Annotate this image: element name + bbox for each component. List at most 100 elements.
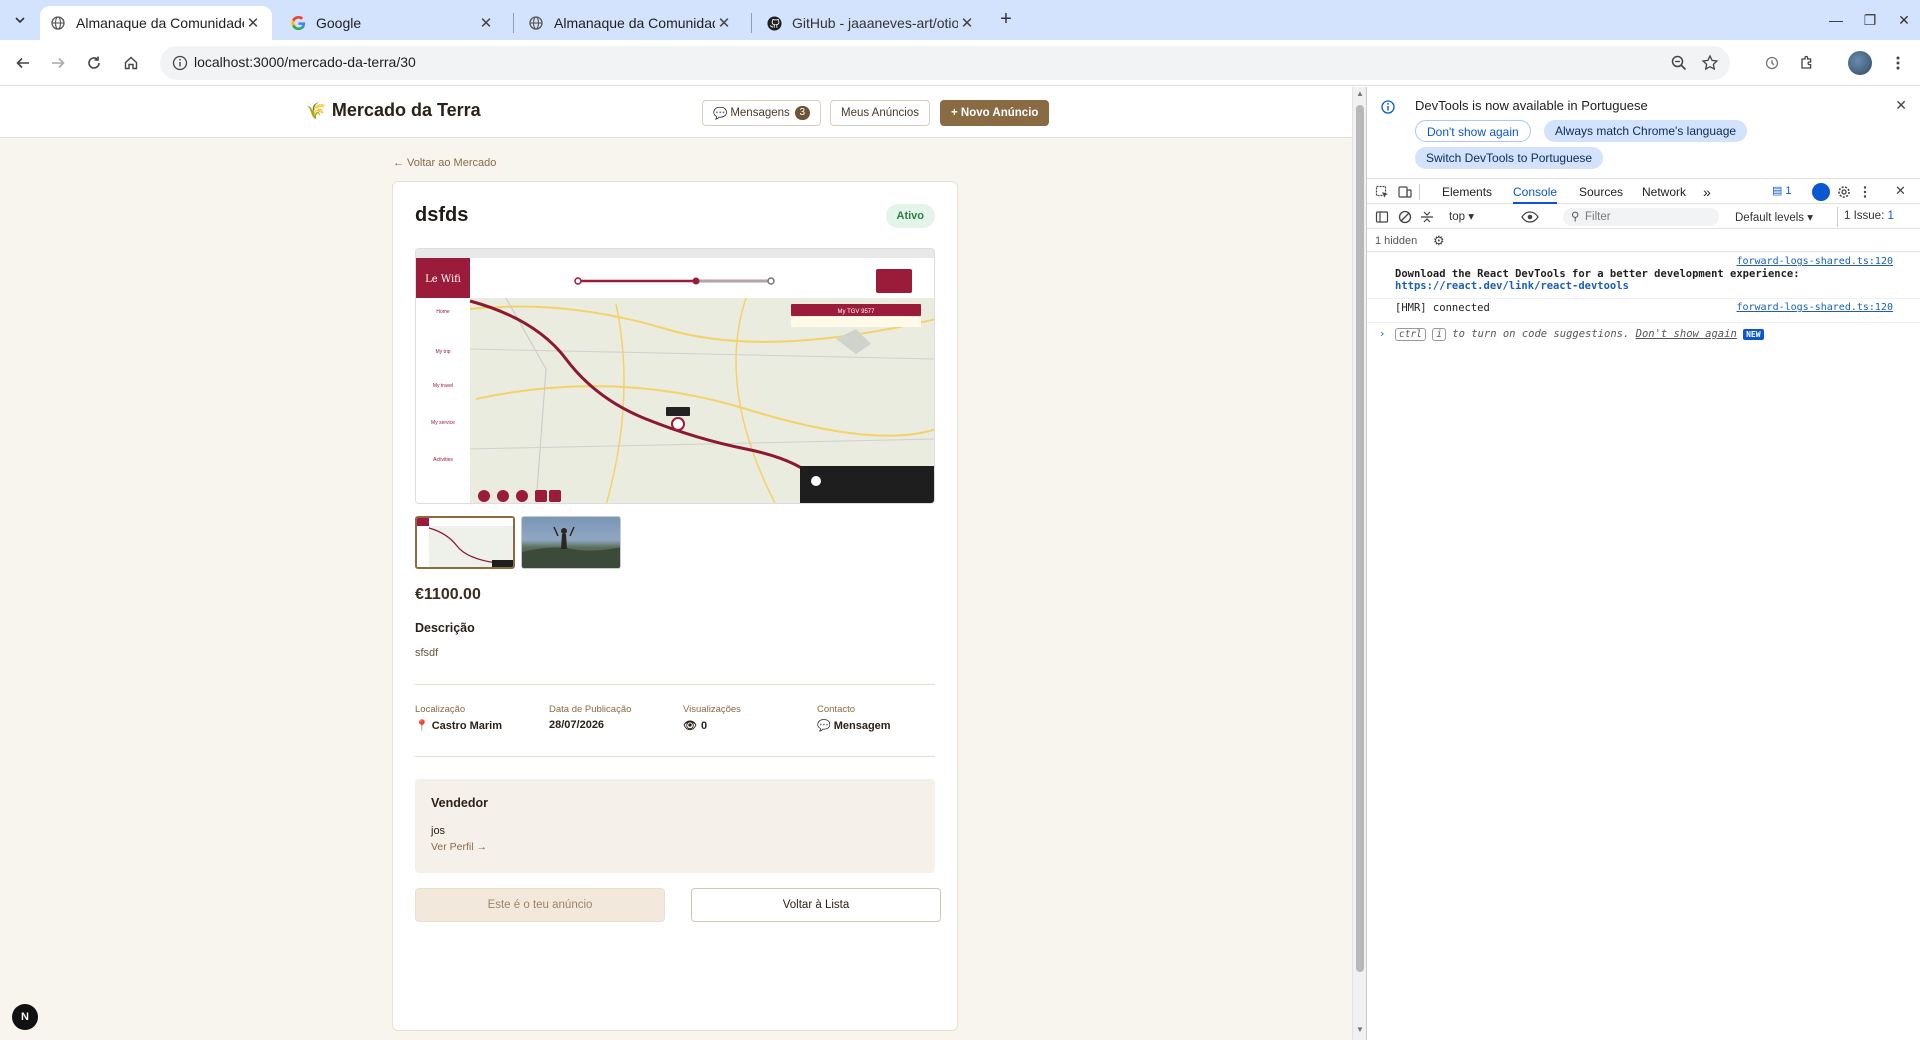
tab-google[interactable]: Google ✕	[280, 6, 505, 40]
thumbnail-2[interactable]	[521, 516, 621, 569]
bookmark-star-icon[interactable]	[1701, 54, 1719, 72]
zoom-icon[interactable]	[1670, 54, 1688, 72]
site-info-icon[interactable]	[172, 55, 188, 71]
react-devtools-link[interactable]: https://react.dev/link/react-devtools	[1395, 280, 1629, 292]
restore-icon[interactable]: ❐	[1858, 8, 1882, 32]
scroll-up-icon[interactable]: ▲	[1355, 89, 1365, 99]
own-ad-button[interactable]: Este é o teu anúncio	[415, 888, 665, 922]
screenshot-nav-2: My travel	[433, 383, 453, 389]
messages-count-badge: 3	[794, 106, 810, 120]
description-heading: Descrição	[415, 621, 475, 635]
tab-search-button[interactable]	[8, 8, 32, 32]
tab-close-icon[interactable]: ✕	[244, 14, 262, 32]
meta-value: 28/07/2026	[549, 719, 605, 731]
new-tab-button[interactable]: +	[995, 9, 1017, 31]
console-prompt[interactable]: › ctrl i to turn on code suggestions. Do…	[1367, 323, 1920, 349]
tab-console[interactable]: Console	[1513, 180, 1558, 204]
messages-button[interactable]: 💬 Mensagens 3	[702, 100, 821, 126]
back-to-list-button[interactable]: Voltar à Lista	[691, 888, 941, 922]
back-button[interactable]	[11, 51, 35, 75]
window-close-icon[interactable]: ✕	[1892, 8, 1916, 32]
console-filter-input[interactable]: ⚲ Filter	[1563, 208, 1719, 226]
new-badge: NEW	[1743, 329, 1764, 340]
gear-icon[interactable]: ⚙	[1433, 233, 1445, 249]
tab-almanaque-2[interactable]: Almanaque da Comunidade ✕	[518, 6, 743, 40]
devtools-panel: DevTools is now available in Portuguese …	[1366, 87, 1920, 1040]
tab-sources[interactable]: Sources	[1579, 180, 1623, 204]
inspect-element-icon[interactable]	[1375, 185, 1389, 199]
screenshot-nav-4: Activities	[433, 457, 453, 463]
listing-main-image[interactable]: Le Wifi My TGV 9577 Home My trip My trav…	[415, 248, 935, 504]
scrollbar-thumb[interactable]	[1356, 105, 1364, 972]
tab-elements[interactable]: Elements	[1442, 180, 1492, 204]
address-bar[interactable]: localhost:3000/mercado-da-terra/30	[160, 46, 1730, 80]
my-ads-button[interactable]: Meus Anúncios	[830, 100, 930, 126]
dont-show-again-button[interactable]: Don't show again	[1415, 120, 1531, 142]
github-icon	[766, 15, 782, 31]
thumbnail-1[interactable]	[415, 516, 515, 569]
back-to-market-link[interactable]: ← Voltar ao Mercado	[393, 157, 496, 169]
screenshot-nav-3: My service	[431, 420, 455, 426]
tab-close-icon[interactable]: ✕	[477, 14, 495, 32]
context-selector[interactable]: top ▾	[1449, 209, 1474, 223]
divider	[415, 756, 935, 757]
status-badge: Ativo	[885, 204, 935, 228]
new-ad-button[interactable]: + Novo Anúncio	[940, 100, 1050, 126]
home-button[interactable]	[119, 51, 143, 75]
devtools-tab-bar: Elements Console Sources Network » ▤ 1 ✕	[1367, 180, 1920, 204]
meta-label: Visualizações	[683, 704, 741, 715]
tab-close-icon[interactable]: ✕	[715, 14, 733, 32]
tab-close-icon[interactable]: ✕	[958, 14, 976, 32]
scroll-down-icon[interactable]: ▼	[1355, 1025, 1365, 1035]
reload-button[interactable]	[82, 51, 106, 75]
clear-console-icon[interactable]	[1398, 210, 1412, 224]
nextjs-dev-indicator[interactable]: N	[12, 1004, 38, 1030]
arrow-right-icon	[52, 57, 65, 69]
url-text[interactable]: localhost:3000/mercado-da-terra/30	[194, 54, 416, 70]
close-icon[interactable]: ✕	[1895, 97, 1907, 114]
tab-network[interactable]: Network	[1642, 180, 1686, 204]
eye-icon[interactable]	[1521, 210, 1539, 224]
device-toolbar-icon[interactable]	[1398, 185, 1412, 199]
tab-github[interactable]: GitHub - jaaaneves-art/otiod ✕	[756, 6, 986, 40]
meta-contact[interactable]: Contacto 💬 Mensagem	[817, 704, 947, 732]
dont-show-again-link[interactable]: Don't show again	[1636, 328, 1737, 340]
meta-value: Castro Marim	[431, 720, 502, 732]
chevron-right-icon: ›	[1379, 328, 1386, 340]
view-profile-link[interactable]: Ver Perfil →	[431, 841, 487, 853]
issues-link[interactable]: 1 Issue: 1	[1844, 210, 1894, 222]
pin-icon: 📍	[415, 720, 429, 732]
tab-almanaque-active[interactable]: Almanaque da Comunidade ✕	[40, 6, 272, 40]
forward-button[interactable]	[46, 51, 70, 75]
profile-avatar[interactable]	[1848, 51, 1872, 75]
eye-icon: 👁	[683, 720, 697, 732]
history-button[interactable]	[1760, 51, 1784, 75]
tab-title: GitHub - jaaaneves-art/otiod	[792, 15, 958, 31]
kebab-menu-icon[interactable]	[1863, 185, 1867, 199]
minimize-icon[interactable]: —	[1824, 8, 1848, 32]
always-match-language-button[interactable]: Always match Chrome's language	[1544, 120, 1748, 142]
page-scrollbar[interactable]: ▲ ▼	[1352, 87, 1366, 1040]
meta-label: Contacto	[817, 704, 856, 715]
sync-icon[interactable]	[1812, 183, 1830, 201]
suggestion-text: to turn on code suggestions.	[1452, 328, 1630, 340]
extensions-button[interactable]	[1795, 51, 1819, 75]
chrome-menu-button[interactable]	[1886, 51, 1910, 75]
devtools-language-notice: DevTools is now available in Portuguese …	[1367, 87, 1920, 179]
log-source-link[interactable]: forward-logs-shared.ts:120	[1736, 256, 1893, 267]
meta-views: Visualizações 👁 0	[683, 704, 813, 732]
close-devtools-icon[interactable]: ✕	[1895, 183, 1906, 199]
contact-message-link[interactable]: Mensagem	[834, 720, 891, 732]
google-icon	[290, 15, 306, 31]
issues-counter[interactable]: ▤ 1	[1772, 184, 1792, 198]
gear-icon[interactable]	[1837, 185, 1851, 199]
switch-to-portuguese-button[interactable]: Switch DevTools to Portuguese	[1415, 147, 1604, 169]
sidebar-toggle-icon[interactable]	[1375, 210, 1389, 224]
log-source-link[interactable]: forward-logs-shared.ts:120	[1736, 302, 1893, 313]
filter-settings-icon[interactable]	[1420, 210, 1434, 224]
brand-logo[interactable]: 🌾 Mercado da Terra	[306, 100, 481, 121]
chevron-down-icon	[15, 17, 25, 24]
more-tabs-button[interactable]: »	[1703, 180, 1711, 204]
brand-name: Mercado da Terra	[331, 100, 481, 120]
log-levels-dropdown[interactable]: Default levels ▾	[1735, 210, 1813, 224]
